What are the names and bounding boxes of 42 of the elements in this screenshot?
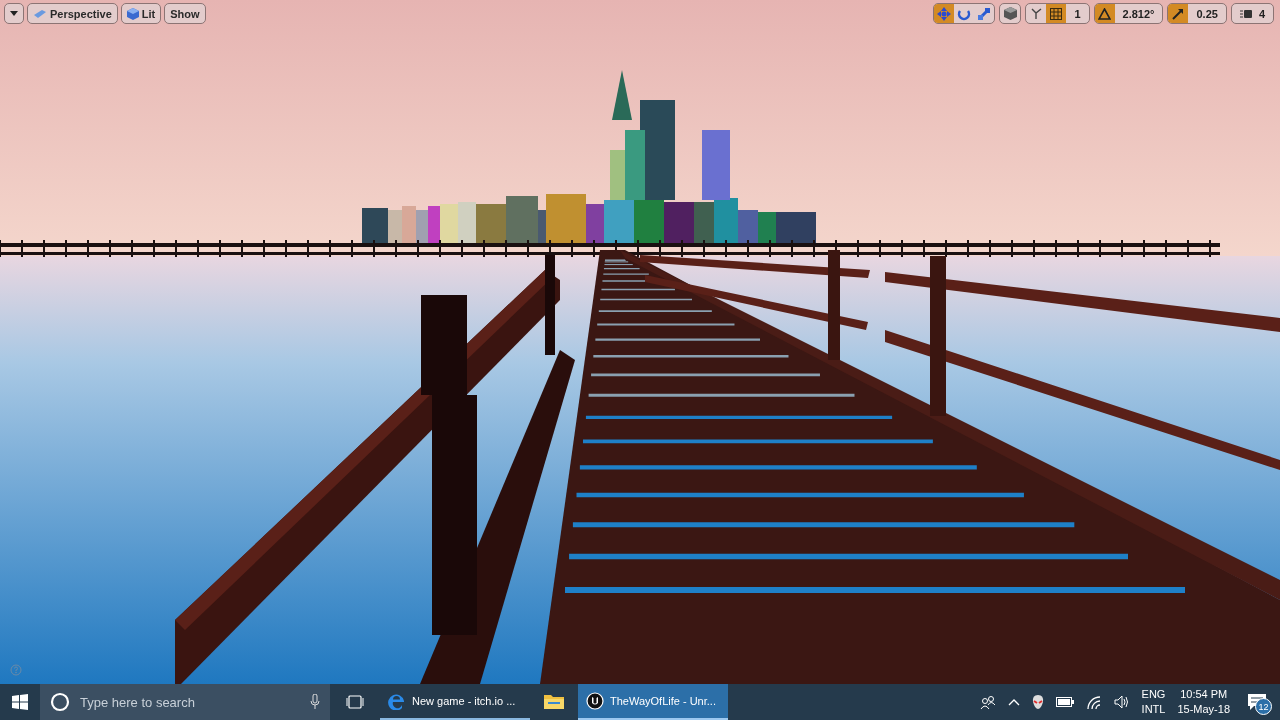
u-logo-icon <box>586 692 604 710</box>
triangle-icon <box>1098 7 1111 20</box>
input-language-label[interactable]: INTL <box>1141 702 1166 717</box>
chevron-up-icon[interactable] <box>1007 698 1020 706</box>
lit-view-button[interactable]: Lit <box>120 3 162 24</box>
action-center-button[interactable]: 12 <box>1242 687 1272 717</box>
branch-icon <box>1029 7 1043 20</box>
grid-snap-toggle[interactable] <box>1046 4 1067 23</box>
ring-icon <box>50 692 70 712</box>
diagonal-arrow-icon <box>1172 7 1185 20</box>
clock-date[interactable]: 15-May-18 <box>1177 702 1230 717</box>
perspective-view-button[interactable]: Perspective <box>27 3 118 24</box>
wifi-icon[interactable] <box>1085 695 1102 709</box>
camera-icon <box>1239 8 1254 19</box>
cube-icon <box>1003 7 1017 20</box>
folder-icon <box>544 693 564 709</box>
task-view-icon[interactable] <box>346 695 364 709</box>
taskbar-app-button[interactable]: New game - itch.io ... <box>380 684 530 720</box>
people-icon[interactable] <box>979 695 996 709</box>
scale-snap-toggle[interactable] <box>1168 4 1189 23</box>
speaker-icon[interactable] <box>1113 695 1130 709</box>
input-language-label[interactable]: ENG <box>1141 687 1166 702</box>
rotation-snap-toggle[interactable] <box>1094 4 1115 23</box>
search-bar[interactable]: Type here to search <box>40 684 330 720</box>
show-menu-button[interactable]: Show <box>164 3 206 24</box>
microphone-icon[interactable] <box>310 694 320 710</box>
cube-outline-icon <box>33 8 47 19</box>
battery-icon[interactable] <box>1055 697 1074 707</box>
grid-icon <box>1050 7 1063 20</box>
browser-e-icon <box>388 692 406 710</box>
camera-speed-button[interactable]: 4 <box>1231 4 1273 23</box>
caret-icon <box>10 11 18 16</box>
search-input[interactable]: Type here to search <box>78 693 302 711</box>
clock-time[interactable]: 10:54 PM <box>1180 687 1228 702</box>
viewport-menu-button[interactable] <box>4 3 24 24</box>
scale-arrow-icon <box>977 6 992 21</box>
alien-head-icon[interactable] <box>1031 695 1044 709</box>
windows-logo-icon <box>12 694 28 710</box>
translate-tool-button[interactable] <box>934 4 955 23</box>
move-arrows-icon <box>937 6 952 21</box>
sphere-cube-icon <box>126 7 139 20</box>
taskbar-app-button[interactable]: TheWayOfLife - Unr... <box>578 684 728 720</box>
